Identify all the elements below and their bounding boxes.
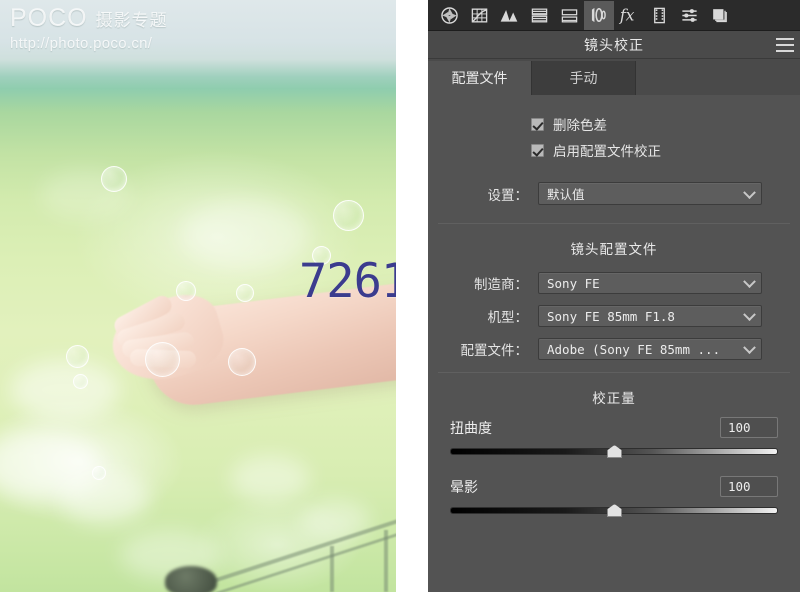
chevron-down-icon <box>745 191 754 197</box>
profile-select-value: Adobe (Sony FE 85mm ... <box>547 341 721 357</box>
panel-body: 删除色差 启用配置文件校正 设置： 默认值 镜头配置文件 制造商： Sony F… <box>428 95 800 592</box>
checkbox-row-enable-profile-corrections[interactable]: 启用配置文件校正 <box>428 137 800 163</box>
svg-text:fx: fx <box>619 7 635 25</box>
correction-section-title: 校正量 <box>592 391 636 406</box>
chevron-down-icon <box>745 346 754 352</box>
watermark-url: http://photo.poco.cn/ <box>10 35 153 52</box>
bubble <box>101 166 127 192</box>
checkbox-group: 删除色差 启用配置文件校正 <box>428 95 800 163</box>
photo-image: POCO 摄影专题 http://photo.poco.cn/ 726158 <box>0 0 396 592</box>
chevron-down-icon <box>745 280 754 286</box>
hsl-grayscale-icon[interactable] <box>524 1 554 30</box>
make-select-value: Sony FE <box>547 275 600 291</box>
hamburger-menu-icon[interactable] <box>776 37 794 52</box>
make-label: 制造商： <box>474 277 528 292</box>
panel-tabs: 配置文件 手动 <box>428 59 800 95</box>
split-toning-icon[interactable] <box>554 1 584 30</box>
bubble <box>73 374 88 389</box>
distortion-slider-head: 扭曲度 100 <box>438 417 790 438</box>
distortion-value-field[interactable]: 100 <box>720 417 778 438</box>
settings-label: 设置： <box>487 187 529 203</box>
vignetting-value-field[interactable]: 100 <box>720 476 778 497</box>
vignetting-label: 晕影 <box>450 478 478 495</box>
railing-post <box>384 530 388 592</box>
watermark-subtitle: 摄影专题 <box>95 11 168 30</box>
tab-profile[interactable]: 配置文件 <box>428 61 532 95</box>
basic-adjust-icon[interactable] <box>434 1 464 30</box>
bokeh-blob <box>0 430 100 500</box>
settings-select-value: 默认值 <box>547 187 585 202</box>
bubble <box>66 345 89 368</box>
bokeh-blob <box>180 200 310 270</box>
vignetting-slider-thumb[interactable] <box>607 504 622 517</box>
presets-icon[interactable] <box>674 1 704 30</box>
watermark-brand: POCO <box>10 4 88 32</box>
section-divider <box>438 223 790 224</box>
panel-titlebar: 镜头校正 <box>428 31 800 59</box>
panel-title: 镜头校正 <box>584 36 644 53</box>
railing-post <box>330 546 334 592</box>
image-canvas[interactable]: POCO 摄影专题 http://photo.poco.cn/ 726158 <box>0 0 428 592</box>
make-select[interactable]: Sony FE <box>538 272 762 294</box>
correction-sliders: 扭曲度 100 晕影 100 <box>428 417 800 517</box>
lens-correction-icon[interactable] <box>584 0 614 30</box>
bokeh-blob <box>300 500 370 542</box>
lens-correction-panel: fx 镜头校正 配置文件 手动 删除色差 启用配置文件校正 设置： 默认值 镜头… <box>428 0 800 592</box>
overlay-number: 726158 <box>299 254 396 309</box>
vignetting-slider-head: 晕影 100 <box>438 476 790 497</box>
make-row: 制造商： Sony FE <box>428 272 800 294</box>
profile-label: 配置文件： <box>460 343 529 358</box>
bokeh-blob <box>10 360 120 420</box>
railing-bar <box>215 530 396 592</box>
detail-icon[interactable] <box>494 1 524 30</box>
railing-bar <box>197 519 396 588</box>
checkbox-row-remove-chromatic-aberration[interactable]: 删除色差 <box>428 111 800 137</box>
bubble <box>228 348 256 376</box>
section-divider <box>438 372 790 373</box>
remove-chromatic-aberration-checkbox[interactable] <box>531 117 544 131</box>
model-label: 机型： <box>487 310 529 325</box>
vignetting-slider[interactable] <box>450 503 778 517</box>
distortion-slider[interactable] <box>450 444 778 458</box>
enable-profile-corrections-label: 启用配置文件校正 <box>553 144 661 159</box>
chevron-down-icon <box>745 313 754 319</box>
settings-row: 设置： 默认值 <box>428 182 800 205</box>
camera-calibration-icon[interactable] <box>644 1 674 30</box>
watermark: POCO 摄影专题 http://photo.poco.cn/ <box>10 4 168 52</box>
bubble <box>333 200 364 231</box>
tab-filler <box>636 61 800 95</box>
bubble <box>236 284 254 302</box>
lens-profile-fields: 制造商： Sony FE 机型： Sony FE 85mm F1.8 配置文件： <box>428 272 800 360</box>
profile-row: 配置文件： Adobe (Sony FE 85mm ... <box>428 338 800 360</box>
model-select[interactable]: Sony FE 85mm F1.8 <box>538 305 762 327</box>
vignetting-slider-block: 晕影 100 <box>438 476 790 517</box>
tab-manual[interactable]: 手动 <box>532 61 636 95</box>
bokeh-blob <box>60 470 150 525</box>
effects-fx-icon[interactable]: fx <box>614 1 644 30</box>
application-window: POCO 摄影专题 http://photo.poco.cn/ 726158 <box>0 0 800 592</box>
enable-profile-corrections-checkbox[interactable] <box>531 143 544 157</box>
distortion-label: 扭曲度 <box>450 419 492 436</box>
bubble <box>145 342 180 377</box>
model-select-value: Sony FE 85mm F1.8 <box>547 308 675 324</box>
distortion-slider-block: 扭曲度 100 <box>438 417 790 458</box>
distortion-slider-thumb[interactable] <box>607 445 622 458</box>
snapshots-icon[interactable] <box>704 1 734 30</box>
bubble <box>176 281 196 301</box>
watermark-line-1: POCO 摄影专题 <box>10 4 168 33</box>
profile-select[interactable]: Adobe (Sony FE 85mm ... <box>538 338 762 360</box>
canvas-margin <box>396 0 428 592</box>
foreground-object <box>165 566 217 592</box>
remove-chromatic-aberration-label: 删除色差 <box>553 118 607 133</box>
lens-profile-section-title: 镜头配置文件 <box>570 242 658 257</box>
bubble <box>92 466 106 480</box>
settings-select[interactable]: 默认值 <box>538 182 762 205</box>
tone-curve-icon[interactable] <box>464 1 494 30</box>
panel-toolbar: fx <box>428 0 800 31</box>
bokeh-blob <box>230 455 310 503</box>
model-row: 机型： Sony FE 85mm F1.8 <box>428 305 800 327</box>
